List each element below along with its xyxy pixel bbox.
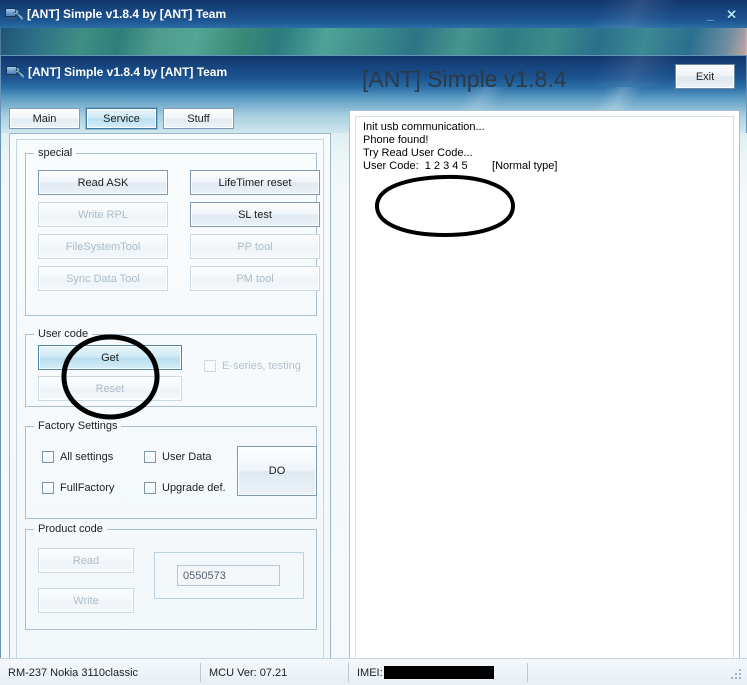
- product-code-group-legend: Product code: [34, 523, 107, 535]
- read-ask-button[interactable]: Read ASK: [38, 170, 168, 195]
- background-window-controls[interactable]: _ ✕: [707, 8, 747, 21]
- log-line-3: Try Read User Code...: [363, 147, 473, 159]
- product-code-group: Product code Read Write 0550573: [25, 523, 317, 630]
- background-window-titlebar[interactable]: 🔧 [ANT] Simple v1.8.4 by [ANT] Team _ ✕: [0, 0, 747, 28]
- reset-user-code-button[interactable]: Reset: [38, 376, 182, 401]
- status-imei: IMEI:: [349, 659, 527, 685]
- upgrade-def-label: Upgrade def.: [162, 482, 226, 494]
- upgrade-def-checkbox[interactable]: Upgrade def.: [144, 482, 226, 494]
- get-user-code-button[interactable]: Get: [38, 345, 182, 370]
- pp-tool-button[interactable]: PP tool: [190, 234, 320, 259]
- log-line-1: Init usb communication...: [363, 121, 485, 133]
- user-data-checkbox[interactable]: User Data: [144, 451, 212, 463]
- special-group-legend: special: [34, 147, 77, 159]
- log-line-4: User Code: 1 2 3 4 5 [Normal type]: [363, 160, 558, 172]
- status-imei-redaction: [383, 666, 494, 679]
- lifetimer-reset-button[interactable]: LifeTimer reset: [190, 170, 320, 195]
- status-imei-label: IMEI:: [357, 666, 383, 679]
- tab-service[interactable]: Service: [86, 108, 157, 129]
- sync-data-tool-button[interactable]: Sync Data Tool: [38, 266, 168, 291]
- user-code-group: User code Get Reset E-series, testing: [25, 328, 317, 407]
- all-settings-label: All settings: [60, 451, 114, 463]
- checkbox-box: [42, 482, 54, 494]
- log-line-2: Phone found!: [363, 134, 429, 146]
- filesystemtool-button[interactable]: FileSystemTool: [38, 234, 168, 259]
- user-data-label: User Data: [162, 451, 212, 463]
- checkbox-box: [144, 451, 156, 463]
- exit-button[interactable]: Exit: [675, 64, 735, 89]
- status-mcu-version: MCU Ver: 07.21: [209, 666, 288, 679]
- app-icon: 🔧: [6, 64, 25, 80]
- service-inner-panel: special Read ASK LifeTimer reset Write R…: [16, 139, 324, 684]
- all-settings-checkbox[interactable]: All settings: [42, 451, 113, 463]
- factory-settings-group-legend: Factory Settings: [34, 420, 122, 432]
- service-tab-panel: special Read ASK LifeTimer reset Write R…: [9, 133, 331, 685]
- eseries-testing-label: E-series, testing: [222, 360, 301, 372]
- product-code-read-button[interactable]: Read: [38, 548, 134, 573]
- log-panel: Init usb communication... Phone found! T…: [349, 110, 740, 685]
- product-code-field-frame: 0550573: [154, 552, 304, 599]
- status-extra: [528, 659, 747, 685]
- factory-settings-group: Factory Settings All settings User Data …: [25, 420, 317, 519]
- screenshot-root: 🔧 [ANT] Simple v1.8.4 by [ANT] Team _ ✕ …: [0, 0, 747, 685]
- app-icon: 🔧: [5, 6, 24, 22]
- tab-stuff[interactable]: Stuff: [163, 108, 234, 129]
- special-group: special Read ASK LifeTimer reset Write R…: [25, 147, 320, 316]
- checkbox-box: [204, 360, 216, 372]
- log-textarea[interactable]: Init usb communication... Phone found! T…: [355, 116, 734, 684]
- product-code-write-button[interactable]: Write: [38, 588, 134, 613]
- user-code-group-legend: User code: [34, 328, 93, 340]
- close-icon[interactable]: ✕: [726, 8, 737, 21]
- background-window-title: [ANT] Simple v1.8.4 by [ANT] Team: [27, 7, 227, 21]
- checkbox-box: [144, 482, 156, 494]
- page-title: [ANT] Simple v1.8.4: [362, 66, 567, 92]
- main-window: 🔧 [ANT] Simple v1.8.4 by [ANT] Team _ ✕ …: [0, 55, 747, 685]
- background-window[interactable]: 🔧 [ANT] Simple v1.8.4 by [ANT] Team _ ✕: [0, 0, 747, 28]
- resize-grip-icon[interactable]: [731, 669, 744, 682]
- write-rpl-button[interactable]: Write RPL: [38, 202, 168, 227]
- sl-test-button[interactable]: SL test: [190, 202, 320, 227]
- fullfactory-label: FullFactory: [60, 482, 115, 494]
- pm-tool-button[interactable]: PM tool: [190, 266, 320, 291]
- fullfactory-checkbox[interactable]: FullFactory: [42, 482, 114, 494]
- checkbox-box: [42, 451, 54, 463]
- tab-main[interactable]: Main: [9, 108, 80, 129]
- product-code-input[interactable]: 0550573: [177, 565, 280, 586]
- status-model: RM-237 Nokia 3110classic: [8, 666, 139, 679]
- factory-do-button[interactable]: DO: [237, 446, 317, 496]
- status-bar: RM-237 Nokia 3110classic MCU Ver: 07.21 …: [0, 658, 747, 685]
- eseries-testing-checkbox[interactable]: E-series, testing: [204, 360, 301, 372]
- tab-bar[interactable]: Main Service Stuff: [9, 108, 234, 129]
- minimize-icon[interactable]: _: [707, 8, 714, 21]
